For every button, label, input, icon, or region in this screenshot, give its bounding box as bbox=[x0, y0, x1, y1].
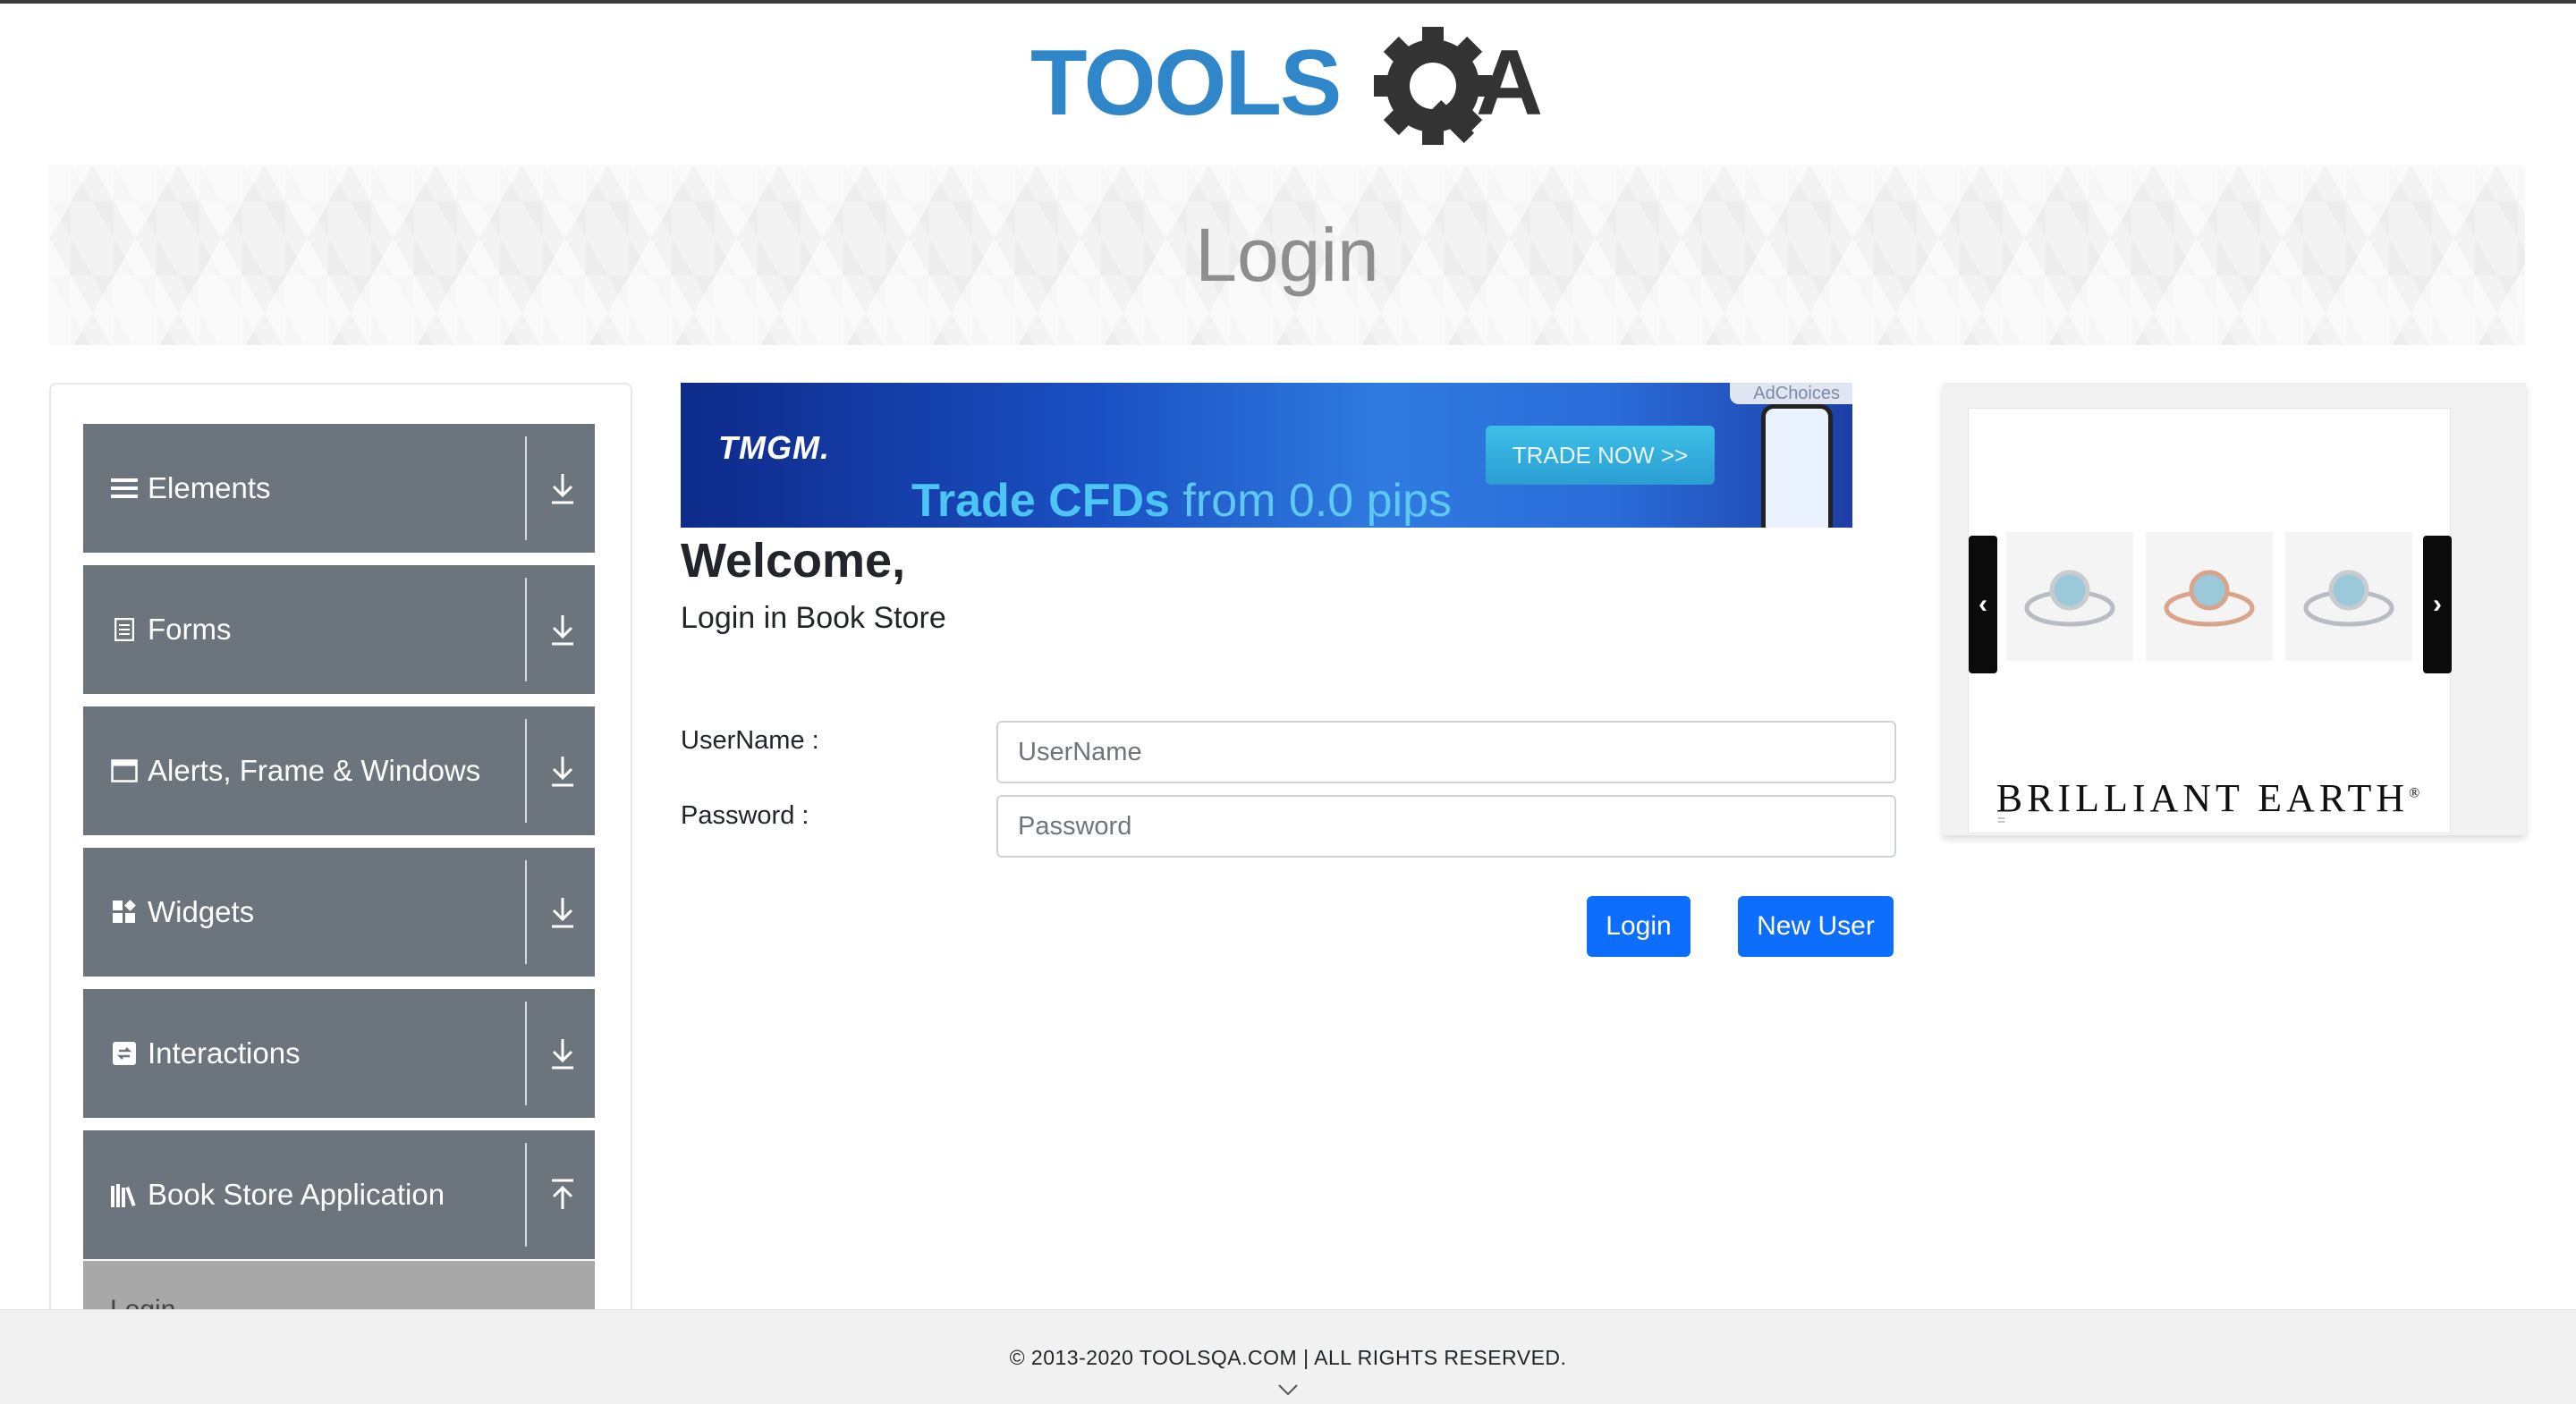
ad-frame: ‹ › BRILLIANT EARTH® = bbox=[1968, 408, 2452, 833]
left-sidebar: Elements Forms Alerts, Frame & Windows W… bbox=[49, 383, 632, 1366]
phone-image bbox=[1761, 404, 1833, 528]
carousel-prev-button[interactable]: ‹ bbox=[1969, 536, 1997, 673]
tmgm-ad-banner[interactable]: AdChoices TMGM. TRADE NOW >> Trade CFDs … bbox=[681, 383, 1852, 528]
sidebar-group-label: Interactions bbox=[148, 1036, 301, 1070]
toolsqa-logo[interactable]: TOOLS A bbox=[1029, 23, 1556, 157]
download-arrow-icon[interactable] bbox=[545, 749, 580, 792]
divider bbox=[525, 860, 527, 964]
gear-icon bbox=[1374, 27, 1492, 145]
window-icon bbox=[110, 757, 139, 785]
chevron-down-icon[interactable] bbox=[1277, 1382, 1299, 1398]
ad-tagline: Trade CFDs from 0.0 pips bbox=[911, 475, 1453, 527]
divider bbox=[525, 578, 527, 681]
page-title: Login bbox=[1195, 212, 1379, 297]
page-banner: Login bbox=[49, 165, 2525, 345]
ad-brand: TMGM. bbox=[718, 429, 830, 466]
sidebar-group-alerts[interactable]: Alerts, Frame & Windows bbox=[83, 706, 595, 835]
sidebar-group-label: Widgets bbox=[148, 895, 255, 928]
download-arrow-icon[interactable] bbox=[545, 608, 580, 651]
sidebar-group-label: Alerts, Frame & Windows bbox=[148, 754, 481, 787]
welcome-heading: Welcome, bbox=[681, 534, 906, 588]
copyright-text: © 2013-2020 TOOLSQA.COM | ALL RIGHTS RES… bbox=[1009, 1346, 1567, 1369]
download-arrow-icon[interactable] bbox=[545, 891, 580, 934]
ad-cta-button[interactable]: TRADE NOW >> bbox=[1486, 426, 1715, 485]
brilliant-earth-ad[interactable]: ‹ › BRILLIANT EARTH® = bbox=[1943, 383, 2526, 835]
sidebar-group-label: Elements bbox=[148, 471, 271, 504]
username-label: UserName : bbox=[681, 726, 819, 755]
upload-arrow-icon[interactable] bbox=[545, 1173, 580, 1216]
adchoices-label[interactable]: AdChoices bbox=[1730, 383, 1852, 404]
divider bbox=[525, 719, 527, 823]
logo-text-a: A bbox=[1476, 31, 1543, 135]
new-user-button[interactable]: New User bbox=[1738, 896, 1894, 957]
hamburger-icon bbox=[110, 474, 139, 503]
password-label: Password : bbox=[681, 801, 809, 830]
sidebar-group-label: Forms bbox=[148, 613, 232, 646]
password-input[interactable] bbox=[996, 795, 1896, 858]
sidebar-group-interactions[interactable]: Interactions bbox=[83, 989, 595, 1118]
username-input[interactable] bbox=[996, 721, 1896, 783]
ring-image[interactable] bbox=[2285, 532, 2412, 661]
ring-image[interactable] bbox=[2146, 532, 2273, 661]
document-icon bbox=[110, 615, 139, 644]
download-arrow-icon[interactable] bbox=[545, 467, 580, 510]
login-subtitle: Login in Book Store bbox=[681, 601, 946, 635]
divider bbox=[525, 1143, 527, 1247]
widgets-icon bbox=[110, 898, 139, 926]
ring-image[interactable] bbox=[2006, 532, 2133, 661]
sidebar-group-forms[interactable]: Forms bbox=[83, 565, 595, 694]
ad-info-icon[interactable]: = bbox=[1997, 813, 2005, 829]
sidebar-group-book-store[interactable]: Book Store Application bbox=[83, 1130, 595, 1259]
ad-brand-name: BRILLIANT EARTH® bbox=[1996, 776, 2425, 820]
sidebar-group-label: Book Store Application bbox=[148, 1178, 445, 1211]
sidebar-group-elements[interactable]: Elements bbox=[83, 424, 595, 553]
interactions-icon bbox=[110, 1039, 139, 1068]
top-border bbox=[0, 0, 2576, 4]
divider bbox=[525, 1002, 527, 1105]
page-footer: © 2013-2020 TOOLSQA.COM | ALL RIGHTS RES… bbox=[0, 1309, 2576, 1404]
bookshelf-icon bbox=[110, 1180, 139, 1209]
divider bbox=[525, 436, 527, 540]
logo-text-tools: TOOLS bbox=[1030, 31, 1340, 135]
download-arrow-icon[interactable] bbox=[545, 1032, 580, 1075]
login-button[interactable]: Login bbox=[1587, 896, 1690, 957]
carousel-next-button[interactable]: › bbox=[2423, 536, 2452, 673]
sidebar-group-widgets[interactable]: Widgets bbox=[83, 848, 595, 977]
